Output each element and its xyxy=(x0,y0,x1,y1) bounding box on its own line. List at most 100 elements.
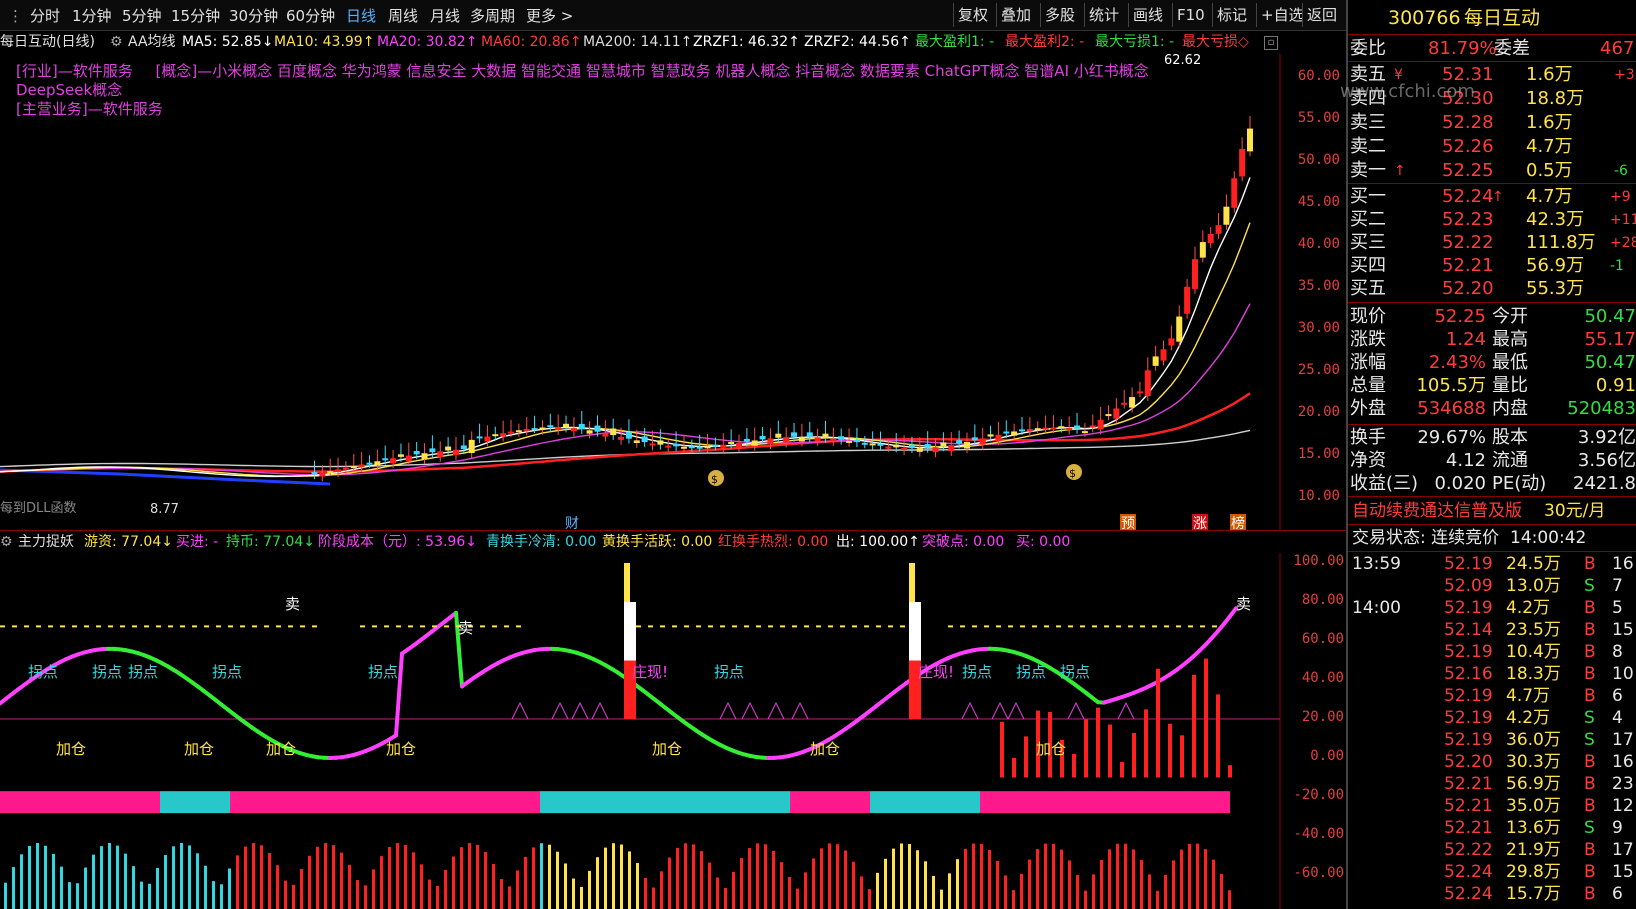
divider xyxy=(1348,424,1636,425)
f10-button[interactable]: F10 xyxy=(1172,3,1209,27)
stat-value: 50.47 xyxy=(1584,352,1636,373)
dotted-level xyxy=(1080,625,1085,628)
tick-row[interactable]: 52.19 4.2万 S 4 xyxy=(1348,707,1636,729)
tab-period-daily[interactable]: 日线 xyxy=(346,5,376,27)
indicator-name[interactable]: 主力捉妖 xyxy=(18,531,74,553)
tick-row[interactable]: 52.19 10.4万 B 8 xyxy=(1348,641,1636,663)
draw-line-button[interactable]: 画线 xyxy=(1128,3,1167,27)
volume-bar xyxy=(76,883,79,909)
buy-level-row[interactable]: 买四 52.21 56.9万 -1 xyxy=(1348,254,1636,278)
tick-side: B xyxy=(1584,884,1596,904)
indicator-settings-icon[interactable]: ⚙ xyxy=(0,531,13,553)
volume-bar xyxy=(132,866,135,909)
event-marker-bang[interactable]: 榜 xyxy=(1230,514,1246,530)
money-bag-icon[interactable]: $ xyxy=(708,470,724,486)
event-marker-zhang[interactable]: 涨 xyxy=(1192,514,1208,530)
tab-period-30min[interactable]: 30分钟 xyxy=(229,5,278,27)
back-button[interactable]: 返回 xyxy=(1302,3,1341,27)
tab-period-1min[interactable]: 1分钟 xyxy=(72,5,112,27)
sell-level-row[interactable]: 卖一 ↑ 52.25 0.5万 -6 xyxy=(1348,159,1636,183)
buy-label: 买: 0.00 xyxy=(1016,534,1071,550)
tick-count: 12 xyxy=(1612,796,1634,816)
collapse-icon[interactable]: ▫ xyxy=(1264,36,1278,50)
promo-price[interactable]: 30元/月 xyxy=(1544,499,1605,523)
tab-period-fenshi[interactable]: 分时 xyxy=(30,5,60,27)
tab-period-60min[interactable]: 60分钟 xyxy=(286,5,335,27)
tick-count: 9 xyxy=(1612,818,1623,838)
buy-level-row[interactable]: 买二 52.23 42.3万 +11 xyxy=(1348,208,1636,232)
tick-row[interactable]: 52.24 29.8万 B 15 xyxy=(1348,861,1636,883)
buy-level-row[interactable]: 买五 52.20 55.3万 xyxy=(1348,277,1636,301)
tick-row[interactable]: 52.14 23.5万 B 15 xyxy=(1348,619,1636,641)
tick-row[interactable]: 52.16 18.3万 B 10 xyxy=(1348,663,1636,685)
tick-side: B xyxy=(1584,642,1596,662)
volume-bar xyxy=(460,847,463,909)
tick-row[interactable]: 52.20 30.3万 B 16 xyxy=(1348,751,1636,773)
fuquan-button[interactable]: 复权 xyxy=(953,3,992,27)
statistics-button[interactable]: 统计 xyxy=(1084,3,1123,27)
indicator-series-group: 卖卖卖拐点 拐点 拐点 拐点 拐点 拐点 拐点 拐点 拐点加仓 加仓 加仓 加仓 加仓 加仓 加仓庄现! 庄现… xyxy=(0,563,1280,909)
candle-body xyxy=(311,472,318,475)
tick-row[interactable]: 52.09 13.0万 S 7 xyxy=(1348,575,1636,597)
cyan-turnover-label: 青换手冷清: 0.00 xyxy=(486,534,597,550)
indicator-chart[interactable]: 卖卖卖拐点 拐点 拐点 拐点 拐点 拐点 拐点 拐点 拐点加仓 加仓 加仓 加仓 加仓 加仓 加仓庄现! 庄现… xyxy=(0,553,1346,909)
tab-period-monthly[interactable]: 月线 xyxy=(430,5,460,27)
tick-row[interactable]: 52.22 21.9万 B 17 xyxy=(1348,839,1636,861)
promo-row[interactable]: 自动续费通达信普及版 30元/月 xyxy=(1348,499,1636,523)
buy-level-row[interactable]: 买三 52.22 111.8万 +28 xyxy=(1348,231,1636,255)
volume-bar xyxy=(20,854,23,909)
tick-side: B xyxy=(1584,774,1596,794)
dotted-level xyxy=(648,625,653,628)
tick-row[interactable]: 14:00 52.19 4.2万 B 5 xyxy=(1348,597,1636,619)
money-bag-icon[interactable]: $ xyxy=(1066,464,1082,480)
volume-bar xyxy=(740,858,743,909)
multi-stock-button[interactable]: 多股 xyxy=(1040,3,1079,27)
tab-period-weekly[interactable]: 周线 xyxy=(388,5,418,27)
candle-body xyxy=(673,443,680,447)
tick-row[interactable]: 13:59 52.19 24.5万 B 16 xyxy=(1348,553,1636,575)
stat-value: 50.47 xyxy=(1584,306,1636,327)
event-marker-yu[interactable]: 预 xyxy=(1120,514,1136,530)
tick-row[interactable]: 52.19 36.0万 S 17 xyxy=(1348,729,1636,751)
add-watchlist-button[interactable]: +自选 xyxy=(1256,3,1308,27)
candle-body xyxy=(1050,427,1057,430)
tick-time: 13:59 xyxy=(1352,554,1401,574)
tab-period-more[interactable]: 更多 > xyxy=(526,5,573,27)
sell-level-label: 卖三 xyxy=(1350,112,1386,133)
volume-bar xyxy=(652,887,655,909)
kline-chart[interactable]: 62.62 8.77 每到DLL函数 财 预 涨 榜 $ $ xyxy=(0,54,1346,530)
red-turnover-label: 红换手热烈: 0.00 xyxy=(718,534,829,550)
stock-header: 300766 每日互动 xyxy=(1348,6,1636,30)
mark-button[interactable]: 标记 xyxy=(1212,3,1251,27)
zrzf1-label: ZRZF1: 46.32↑ xyxy=(693,34,800,50)
overlay-button[interactable]: 叠加 xyxy=(996,3,1035,27)
indicator-name[interactable]: AA均线 xyxy=(128,31,176,53)
tick-row[interactable]: 52.19 4.7万 B 6 xyxy=(1348,685,1636,707)
tab-period-multi[interactable]: 多周期 xyxy=(470,5,515,27)
price-tick: 25.00 xyxy=(1297,362,1340,378)
tick-volume: 30.3万 xyxy=(1506,752,1561,772)
candle-body xyxy=(924,444,931,448)
tick-row[interactable]: 52.21 35.0万 B 12 xyxy=(1348,795,1636,817)
tab-period-5min[interactable]: 5分钟 xyxy=(122,5,162,27)
candle-body xyxy=(641,436,648,442)
tick-row[interactable]: 52.24 15.7万 B 6 xyxy=(1348,883,1636,905)
candle-body xyxy=(586,430,593,434)
event-marker-cai[interactable]: 财 xyxy=(564,514,580,530)
sell-level-row[interactable]: 卖二 52.26 4.7万 xyxy=(1348,135,1636,159)
sell-level-row[interactable]: 卖三 52.28 1.6万 xyxy=(1348,111,1636,135)
tick-row[interactable]: 52.21 56.9万 B 23 xyxy=(1348,773,1636,795)
candle-body xyxy=(366,462,373,465)
candle-body xyxy=(759,435,766,440)
volume-bar xyxy=(356,880,359,909)
tab-period-15min[interactable]: 15分钟 xyxy=(171,5,220,27)
buy-level-row[interactable]: 买一 ↑ 52.24 4.7万 +9 xyxy=(1348,185,1636,209)
indicator-settings-icon[interactable]: ⚙ xyxy=(110,31,123,53)
buy-volume: 55.3万 xyxy=(1526,278,1585,299)
volume-bar xyxy=(252,843,255,909)
tick-row[interactable]: 52.21 13.6万 S 9 xyxy=(1348,817,1636,839)
candle-body xyxy=(798,436,805,442)
dotted-level xyxy=(804,625,809,628)
promo-text[interactable]: 自动续费通达信普及版 xyxy=(1352,499,1522,523)
volume-bar xyxy=(268,852,271,909)
